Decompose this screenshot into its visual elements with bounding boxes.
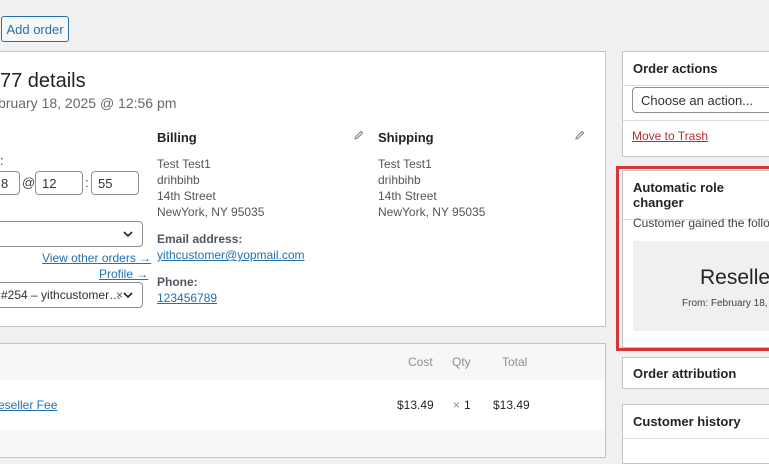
at-sign: @ (22, 175, 36, 190)
customer-history-box[interactable]: Customer history (622, 404, 769, 464)
time-colon: : (85, 175, 89, 190)
divider (623, 120, 769, 121)
phone-link[interactable]: 123456789 (157, 291, 217, 305)
total-column-header: Total (502, 355, 528, 369)
profile-link[interactable]: Profile → (99, 267, 148, 281)
billing-heading: Billing (157, 130, 197, 145)
qty-column-header: Qty (452, 355, 471, 369)
cost-column-header: Cost (408, 355, 433, 369)
chevron-down-icon (123, 231, 133, 238)
edit-shipping-icon[interactable] (575, 130, 585, 140)
customer-history-title: Customer history (633, 414, 741, 429)
billing-address-line: drihbihb (157, 173, 200, 187)
billing-address-line: 14th Street (157, 189, 216, 203)
minute-input[interactable]: 55 (91, 171, 139, 195)
billing-address-line: Test Test1 (157, 157, 211, 171)
divider (623, 438, 769, 439)
billing-address-line: NewYork, NY 95035 (157, 205, 265, 219)
order-actions-title: Order actions (633, 61, 718, 76)
customer-select-value: #254 – yithcustomer… (1, 288, 122, 302)
date-created-label: : (0, 153, 4, 168)
view-other-orders-link[interactable]: View other orders → (42, 251, 151, 265)
order-actions-box: Order actions Choose an action... Move t… (622, 51, 769, 157)
order-attribution-box[interactable]: Order attribution (622, 357, 769, 389)
order-attribution-title: Order attribution (633, 366, 737, 381)
shipping-address-line: Test Test1 (378, 157, 432, 171)
phone-label: Phone: (157, 275, 198, 289)
shipping-address-line: 14th Street (378, 189, 437, 203)
edit-billing-icon[interactable] (354, 130, 364, 140)
email-link[interactable]: yithcustomer@yopmail.com (157, 248, 305, 262)
shipping-address: Test Test1 drihbihb 14th Street NewYork,… (378, 156, 485, 220)
order-action-select[interactable]: Choose an action... (632, 87, 769, 113)
shipping-address-line: drihbihb (378, 173, 421, 187)
shipping-address-line: NewYork, NY 95035 (378, 205, 486, 219)
customer-select[interactable]: #254 – yithcustomer… × (0, 282, 143, 308)
highlight-box (616, 166, 769, 351)
item-cost: $13.49 (397, 398, 434, 412)
chevron-down-icon (123, 292, 133, 299)
hour-input[interactable]: 12 (35, 171, 83, 195)
item-total: $13.49 (493, 398, 530, 412)
order-title: 77 details (0, 70, 86, 92)
move-to-trash-link[interactable]: Move to Trash (632, 129, 708, 143)
order-date: bruary 18, 2025 @ 12:56 pm (0, 95, 177, 111)
divider (623, 85, 769, 86)
date-input[interactable]: 8 (0, 171, 20, 195)
billing-address: Test Test1 drihbihb 14th Street NewYork,… (157, 156, 264, 220)
shipping-heading: Shipping (378, 130, 434, 145)
item-name-link[interactable]: eseller Fee (0, 398, 57, 412)
item-qty: 1 (464, 398, 471, 412)
add-order-button[interactable]: Add order (1, 16, 69, 42)
email-label: Email address: (157, 232, 243, 246)
item-qty-multiplier: × (453, 398, 461, 412)
order-status-select[interactable] (0, 221, 143, 247)
